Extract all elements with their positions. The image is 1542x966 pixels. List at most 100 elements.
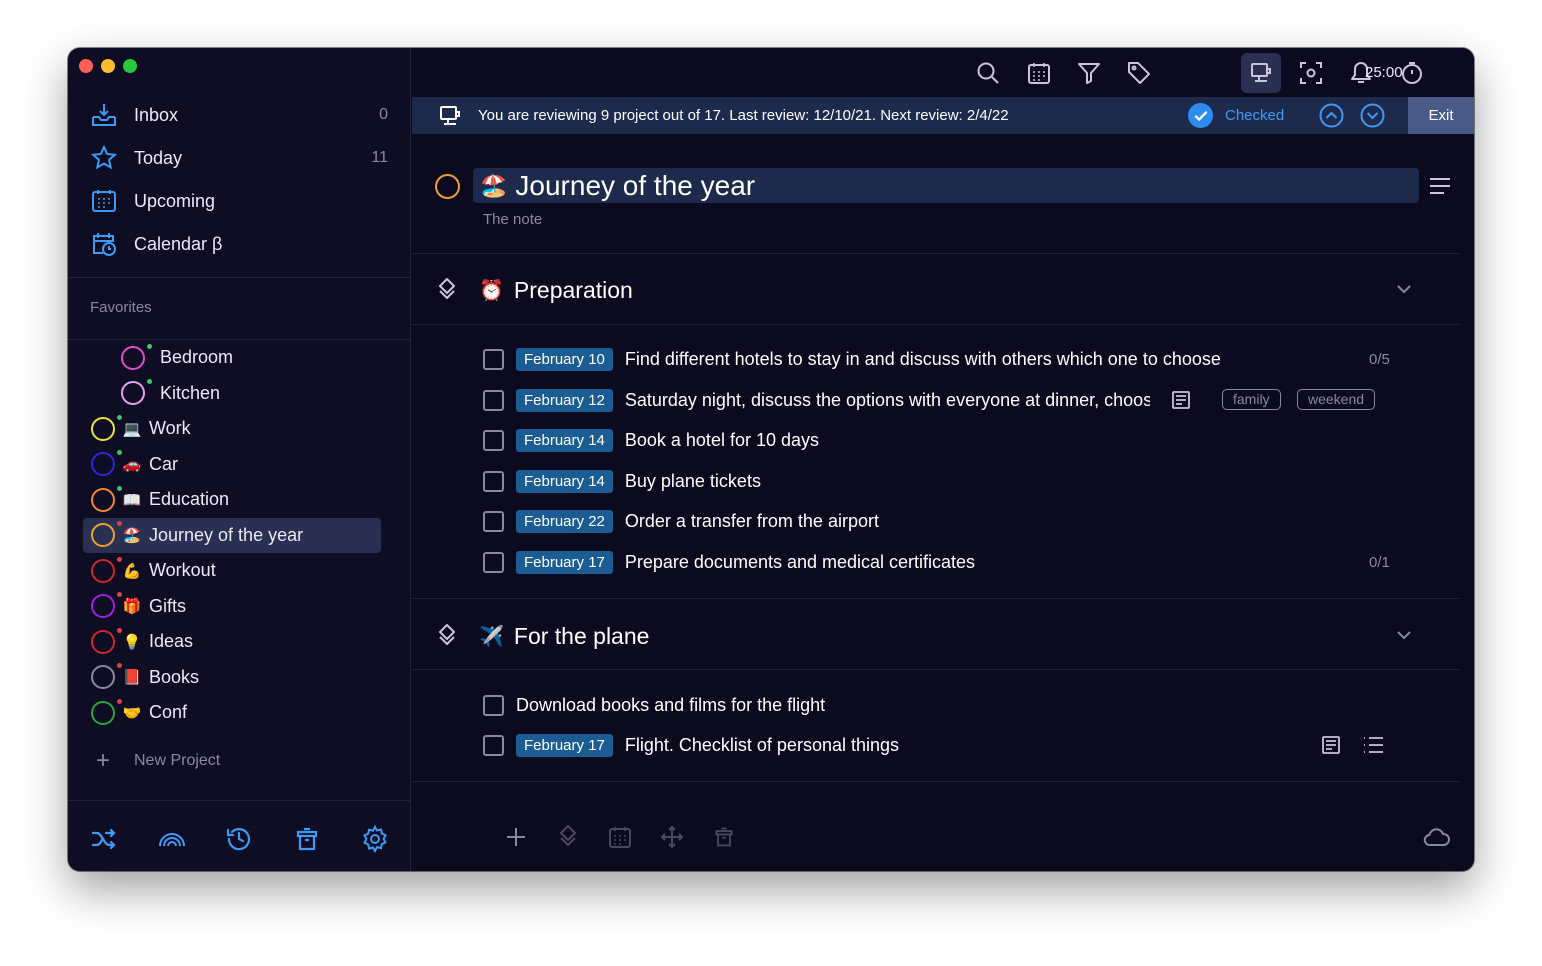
task-checkbox[interactable] xyxy=(483,734,504,756)
main-panel: 25:00 You are reviewing 9 project out of… xyxy=(412,48,1474,871)
app-window: Inbox 0 Today 11 Upcoming Calendar β Fav… xyxy=(68,48,1474,871)
section-title: Preparation xyxy=(513,276,633,303)
section-icon[interactable] xyxy=(553,822,583,852)
project-note[interactable]: The note xyxy=(483,211,542,228)
sidebar-project-item[interactable]: Kitchen xyxy=(83,376,381,411)
project-emoji: 🎁 xyxy=(122,598,142,615)
sidebar-item-upcoming[interactable]: Upcoming xyxy=(90,184,390,218)
task-checkbox[interactable] xyxy=(483,429,504,451)
menu-icon[interactable] xyxy=(1429,176,1451,201)
status-dot xyxy=(147,379,152,384)
due-date-badge[interactable]: February 12 xyxy=(516,388,613,412)
due-date-badge[interactable]: February 22 xyxy=(516,509,613,533)
project-label: Work xyxy=(149,418,191,438)
project-emoji: 📖 xyxy=(122,491,142,509)
task-title[interactable]: Saturday night, discuss the options with… xyxy=(625,390,1150,411)
move-icon[interactable] xyxy=(657,822,687,852)
section-icon xyxy=(437,624,459,648)
history-icon[interactable] xyxy=(224,824,254,854)
tag-chip[interactable]: weekend xyxy=(1297,389,1376,410)
project-ring-icon xyxy=(91,450,122,476)
calendar-icon[interactable] xyxy=(1024,58,1054,88)
project-emoji: 🏖️ xyxy=(122,527,142,544)
task-title[interactable]: Flight. Checklist of personal things xyxy=(625,735,899,756)
filter-icon[interactable] xyxy=(1074,58,1104,88)
tag-chip[interactable]: family xyxy=(1222,389,1281,410)
cloud-icon[interactable] xyxy=(1422,822,1452,852)
add-icon[interactable] xyxy=(501,822,531,852)
shuffle-icon[interactable] xyxy=(89,824,119,854)
previous-project-button[interactable] xyxy=(1319,103,1344,128)
sidebar-project-item[interactable]: 💡 Ideas xyxy=(83,624,381,659)
project-emoji: 🤝 xyxy=(122,704,142,722)
task-checkbox[interactable] xyxy=(483,348,504,370)
trash-icon[interactable] xyxy=(292,824,322,854)
task-title[interactable]: Buy plane tickets xyxy=(625,471,761,492)
review-icon[interactable] xyxy=(1241,53,1281,93)
status-dot xyxy=(147,343,152,349)
project-title-field[interactable]: 🏖️ Journey of the year xyxy=(473,168,1419,203)
chevron-down-icon[interactable] xyxy=(1395,280,1413,303)
task-title[interactable]: Download books and films for the flight xyxy=(516,695,825,716)
task-row: February 12 Saturday night, discuss the o… xyxy=(483,386,1403,414)
task-checkbox[interactable] xyxy=(483,694,504,716)
task-title[interactable]: Order a transfer from the airport xyxy=(625,511,879,532)
due-date-badge[interactable]: February 14 xyxy=(516,469,613,493)
sidebar-project-item[interactable]: 🏖️ Journey of the year xyxy=(83,517,381,553)
due-date-badge[interactable]: February 17 xyxy=(516,550,613,574)
task-checkbox[interactable] xyxy=(483,389,504,411)
sidebar-project-item[interactable]: 📖 Education xyxy=(83,482,381,517)
sidebar-project-item[interactable]: 🚗 Car xyxy=(83,447,381,482)
tag-icon[interactable] xyxy=(1124,58,1154,88)
due-date-badge[interactable]: February 14 xyxy=(516,428,613,452)
next-project-button[interactable] xyxy=(1360,103,1385,128)
project-complete-ring[interactable] xyxy=(435,174,460,199)
new-project-label: New Project xyxy=(134,752,221,769)
gear-icon[interactable] xyxy=(360,824,390,854)
note-icon xyxy=(1321,735,1341,760)
calendar-icon[interactable] xyxy=(605,822,635,852)
sidebar-project-item[interactable]: 💪 Workout xyxy=(83,553,381,588)
sidebar-item-inbox[interactable]: Inbox 0 xyxy=(90,98,390,132)
chevron-down-icon[interactable] xyxy=(1395,626,1413,649)
task-title[interactable]: Find different hotels to stay in and dis… xyxy=(625,349,1221,370)
close-window-button[interactable] xyxy=(79,59,93,73)
project-label: Ideas xyxy=(149,631,194,651)
task-checkbox[interactable] xyxy=(483,470,504,492)
rainbow-icon[interactable] xyxy=(157,824,187,854)
trash-icon[interactable] xyxy=(709,822,739,852)
project-ring-icon xyxy=(91,521,122,547)
zoom-window-button[interactable] xyxy=(123,59,137,73)
project-label: Gifts xyxy=(149,595,187,616)
sidebar-item-today[interactable]: Today 11 xyxy=(90,141,390,175)
checkmark-icon[interactable] xyxy=(1188,103,1213,128)
exit-review-button[interactable]: Exit xyxy=(1408,97,1474,134)
minimize-window-button[interactable] xyxy=(101,59,115,73)
note-icon xyxy=(1171,390,1191,415)
sidebar-item-calendar[interactable]: Calendar β xyxy=(90,227,390,261)
sidebar-project-item[interactable]: 💻 Work xyxy=(83,411,381,446)
task-title[interactable]: Prepare documents and medical certificat… xyxy=(625,552,975,573)
focus-icon[interactable] xyxy=(1296,58,1326,88)
status-dot xyxy=(117,698,122,704)
section-header[interactable]: ✈️ For the plane xyxy=(437,621,1437,651)
search-icon[interactable] xyxy=(973,58,1003,88)
sidebar-project-item[interactable]: Bedroom xyxy=(83,340,381,375)
section-header[interactable]: ⏰ Preparation xyxy=(437,275,1437,305)
sidebar-project-item[interactable]: 📕 Books xyxy=(83,660,381,695)
due-date-badge[interactable]: February 10 xyxy=(516,347,613,371)
project-emoji: 💻 xyxy=(122,420,142,438)
section-emoji: ⏰ xyxy=(479,279,504,302)
task-title[interactable]: Book a hotel for 10 days xyxy=(625,430,819,451)
timer-label[interactable]: 25:00 xyxy=(1365,64,1403,81)
checklist-progress: 0/1 xyxy=(1369,553,1390,571)
task-checkbox[interactable] xyxy=(483,510,504,532)
new-project-button[interactable]: + New Project xyxy=(92,749,221,773)
sidebar-project-item[interactable]: 🎁 Gifts xyxy=(83,589,381,624)
task-row: February 17 Flight. Checklist of personal… xyxy=(483,731,1403,759)
checked-button[interactable]: Checked xyxy=(1225,107,1284,124)
sidebar-project-item[interactable]: 🤝 Conf xyxy=(83,695,381,730)
project-ring-icon xyxy=(91,556,122,583)
due-date-badge[interactable]: February 17 xyxy=(516,733,613,757)
task-checkbox[interactable] xyxy=(483,551,504,573)
